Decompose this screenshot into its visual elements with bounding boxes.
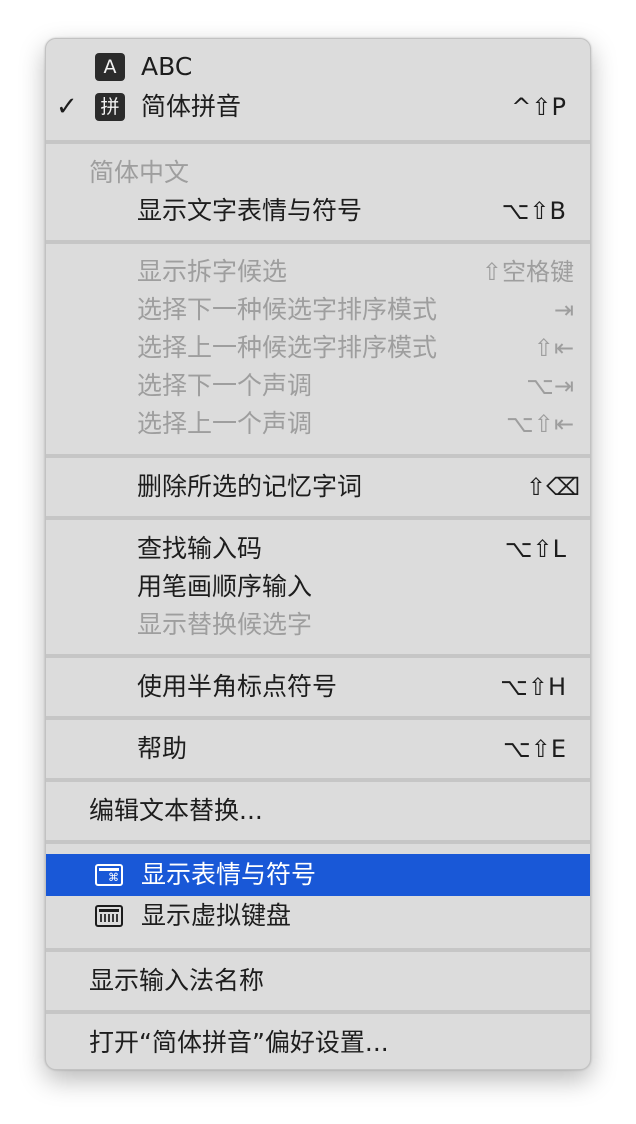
menu-item-simplified-pinyin[interactable]: ✓ 拼 简体拼音 ^⇧P (46, 88, 590, 126)
menu-item-label: 选择下一种候选字排序模式 (137, 295, 438, 324)
shortcut-label: ⌥⇧L (504, 535, 566, 563)
emoji-viewer-icon: ⌘ (95, 864, 123, 886)
separator (46, 716, 590, 720)
menu-item-label: 显示替换候选字 (137, 610, 313, 639)
section-header: 简体中文 (46, 154, 590, 192)
shortcut-label: ⌥⇧H (500, 673, 566, 701)
shortcut-label: ⌥⇧B (501, 197, 566, 225)
menu-item-label: 编辑文本替换... (89, 796, 263, 825)
separator (46, 140, 590, 144)
menu-item-help[interactable]: 帮助 ⌥⇧E (46, 730, 590, 768)
menu-item-previous-tone: 选择上一个声调 ⌥⇧⇤ (46, 405, 590, 443)
menu-item-halfwidth-punctuation[interactable]: 使用半角标点符号 ⌥⇧H (46, 668, 590, 706)
menu-item-show-replacement-candidates: 显示替换候选字 (46, 606, 590, 644)
shortcut-label: ⇧⌫ (525, 473, 580, 501)
menu-item-label: 简体拼音 (141, 92, 242, 121)
command-key-glyph: ⌘ (108, 871, 119, 884)
menu-item-label: 选择下一个声调 (137, 371, 313, 400)
menu-item-show-split-candidates: 显示拆字候选 ⇧空格键 (46, 253, 590, 291)
menu-item-show-emoji-text[interactable]: 显示文字表情与符号 ⌥⇧B (46, 192, 590, 230)
menu-item-label: 显示表情与符号 (141, 860, 317, 889)
menu-item-previous-sort-mode: 选择上一种候选字排序模式 ⇧⇤ (46, 329, 590, 367)
menu-item-delete-memory-words[interactable]: 删除所选的记忆字词 ⇧⌫ (46, 468, 590, 506)
separator (46, 240, 590, 244)
shortcut-label: ⌥⇧⇤ (506, 410, 574, 438)
shortcut-label: ⌥⇥ (526, 372, 574, 400)
separator (46, 516, 590, 520)
menu-item-label: 显示文字表情与符号 (137, 196, 363, 225)
keyboard-viewer-icon (95, 905, 123, 927)
separator (46, 1010, 590, 1014)
menu-item-label: 显示输入法名称 (89, 966, 265, 995)
shortcut-label: ⇧空格键 (481, 258, 574, 286)
menu-item-label: 选择上一种候选字排序模式 (137, 333, 438, 362)
menu-item-label: 查找输入码 (137, 534, 263, 563)
menu-item-abc[interactable]: A ABC (46, 48, 590, 86)
separator (46, 778, 590, 782)
shortcut-label: ^⇧P (511, 93, 566, 121)
abc-input-source-icon: A (95, 53, 125, 81)
separator (46, 454, 590, 458)
separator (46, 840, 590, 844)
menu-item-label: 用笔画顺序输入 (137, 572, 313, 601)
menu-item-edit-text-replacement[interactable]: 编辑文本替换... (46, 792, 590, 830)
shortcut-label: ⇧⇤ (533, 334, 574, 362)
menu-item-show-input-method-name[interactable]: 显示输入法名称 (46, 962, 590, 1000)
menu-item-next-sort-mode: 选择下一种候选字排序模式 ⇥ (46, 291, 590, 329)
input-menu: A ABC ✓ 拼 简体拼音 ^⇧P 简体中文 显示文字表情与符号 ⌥⇧B 显示… (45, 38, 591, 1070)
menu-item-label: 显示虚拟键盘 (141, 901, 292, 930)
menu-item-show-virtual-keyboard[interactable]: 显示虚拟键盘 (46, 897, 590, 935)
shortcut-label: ⌥⇧E (503, 735, 566, 763)
menu-item-label: 删除所选的记忆字词 (137, 472, 363, 501)
shortcut-label: ⇥ (553, 296, 574, 324)
menu-item-stroke-order-input[interactable]: 用笔画顺序输入 (46, 568, 590, 606)
menu-item-open-preferences[interactable]: 打开“简体拼音”偏好设置... (46, 1024, 590, 1062)
checkmark-icon: ✓ (56, 92, 78, 122)
separator (46, 948, 590, 952)
menu-item-label: ABC (141, 52, 193, 81)
menu-item-label: 帮助 (137, 734, 188, 763)
separator (46, 654, 590, 658)
section-header-label: 简体中文 (89, 158, 190, 187)
menu-item-label: 显示拆字候选 (137, 257, 288, 286)
menu-item-label: 打开“简体拼音”偏好设置... (89, 1028, 389, 1057)
menu-item-next-tone: 选择下一个声调 ⌥⇥ (46, 367, 590, 405)
menu-item-label: 使用半角标点符号 (137, 672, 338, 701)
pinyin-input-source-icon: 拼 (95, 93, 125, 121)
menu-item-lookup-input-code[interactable]: 查找输入码 ⌥⇧L (46, 530, 590, 568)
menu-item-label: 选择上一个声调 (137, 409, 313, 438)
menu-item-show-emoji-symbols[interactable]: ⌘ 显示表情与符号 (46, 854, 590, 896)
